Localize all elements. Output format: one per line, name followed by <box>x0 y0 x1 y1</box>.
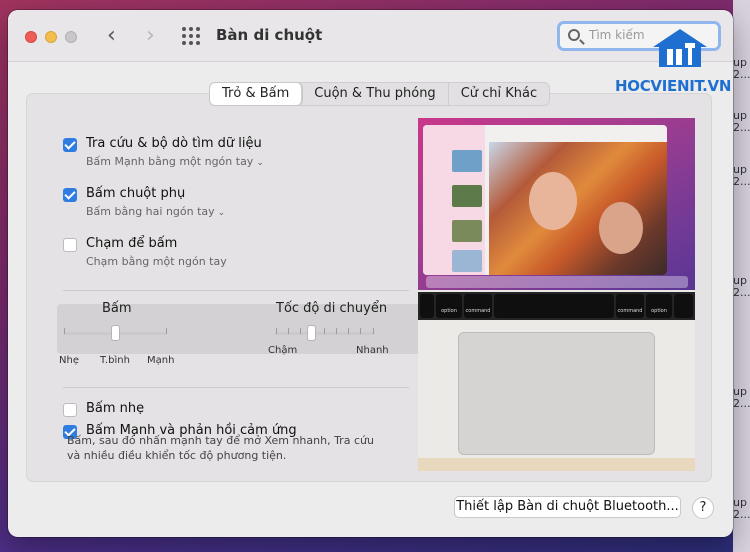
preview-desk <box>418 458 695 471</box>
back-icon[interactable]: ‹ <box>107 24 116 48</box>
show-all-grid-icon[interactable] <box>182 27 202 45</box>
slider-tick <box>276 328 277 334</box>
preview-key: option <box>436 294 462 318</box>
checkbox-silent-clicking[interactable] <box>63 403 77 417</box>
desktop-file-label[interactable]: 2... <box>733 509 750 521</box>
desktop-file-label[interactable]: 2... <box>733 287 750 299</box>
option-title: Bấm chuột phụ <box>86 186 186 201</box>
option-subtitle: Chạm bằng một ngón tay <box>86 255 227 268</box>
tracking-slider-title: Tốc độ di chuyển <box>276 301 388 316</box>
forward-icon[interactable]: › <box>146 24 155 48</box>
desktop-file-label[interactable]: up <box>733 57 750 69</box>
preview-thumbnail <box>452 220 482 242</box>
desktop-file-label[interactable]: 2... <box>733 122 750 134</box>
desktop-file-label[interactable]: up <box>733 164 750 176</box>
close-button[interactable] <box>25 31 37 43</box>
desktop-file-label[interactable]: up <box>733 497 750 509</box>
tracking-slider-label: Chậm <box>268 345 298 356</box>
divider <box>63 290 409 291</box>
preview-face <box>599 202 643 254</box>
chevron-down-icon: ⌄ <box>217 208 226 218</box>
desktop-file-label[interactable]: 2... <box>733 69 750 81</box>
click-slider-knob[interactable] <box>111 325 120 341</box>
click-slider-label: T.bình <box>100 355 130 366</box>
preview-thumbnail <box>452 150 482 172</box>
help-button[interactable]: ? <box>692 497 714 519</box>
tracking-slider-label: Nhanh <box>356 345 389 356</box>
slider-tick <box>360 328 361 334</box>
slider-tick <box>166 328 167 334</box>
preview-key: command <box>464 294 492 318</box>
click-slider-title: Bấm <box>102 301 132 316</box>
chevron-down-icon: ⌄ <box>256 158 264 168</box>
hocvienit-watermark-logo: HOCVIENIT.VN <box>615 27 733 97</box>
window-title: Bàn di chuột <box>216 26 323 44</box>
preview-key: option <box>646 294 672 318</box>
click-slider-label: Nhẹ <box>59 355 79 366</box>
preview-spacebar <box>494 294 614 318</box>
slider-tick <box>373 328 374 334</box>
tab-point-click[interactable]: Trỏ & Bấm <box>210 83 303 105</box>
option-subtitle: Bấm bằng hai ngón tay <box>86 205 215 218</box>
preview-key: command <box>616 294 644 318</box>
desktop-file-label[interactable]: 2... <box>733 398 750 410</box>
option-subtitle: Bấm Mạnh bằng một ngón tay <box>86 155 254 168</box>
option-title: Tra cứu & bộ dò tìm dữ liệu <box>86 136 262 151</box>
preview-dock <box>426 276 688 288</box>
tab-more-gestures[interactable]: Cử chỉ Khác <box>449 83 549 105</box>
desktop-file-label[interactable]: up <box>733 386 750 398</box>
preview-key <box>420 294 434 318</box>
option-subtitle-dropdown[interactable]: Bấm Mạnh bằng một ngón tay ⌄ <box>86 155 264 168</box>
preview-trackpad <box>458 332 655 455</box>
preview-photo <box>489 142 667 275</box>
preview-keyboard: option command command option <box>418 292 695 320</box>
preview-face <box>529 172 577 230</box>
slider-tick <box>300 328 301 334</box>
slider-tick <box>288 328 289 334</box>
slider-tick <box>336 328 337 334</box>
desktop-file-label[interactable]: 2... <box>733 176 750 188</box>
tab-bar: Trỏ & Bấm Cuộn & Thu phóng Cử chỉ Khác <box>209 82 551 106</box>
tracking-slider-knob[interactable] <box>307 325 316 341</box>
gesture-preview-video: option command command option <box>418 118 695 471</box>
search-icon <box>568 29 580 41</box>
click-slider-label: Mạnh <box>147 355 175 366</box>
option-title: Bấm nhẹ <box>86 401 145 416</box>
divider <box>63 387 409 388</box>
tab-scroll-zoom[interactable]: Cuộn & Thu phóng <box>302 83 449 105</box>
bluetooth-trackpad-setup-button[interactable]: Thiết lập Bàn di chuột Bluetooth... <box>454 496 681 518</box>
preferences-window: ‹ › Bàn di chuột Tìm kiếm HOCVIENIT.VN T… <box>8 10 733 537</box>
slider-tick <box>324 328 325 334</box>
zoom-button[interactable] <box>65 31 77 43</box>
house-logo-icon <box>653 29 707 67</box>
preview-thumbnail <box>452 250 482 272</box>
option-subtitle-dropdown[interactable]: Bấm bằng hai ngón tay ⌄ <box>86 205 225 218</box>
force-click-description: Bấm, sau đó nhấn mạnh tay để mở Xem nhan… <box>67 434 374 462</box>
desktop-file-label[interactable]: up <box>733 275 750 287</box>
preview-thumbnail <box>452 185 482 207</box>
desktop-file-strip: up 2... up 2... up 2... up 2... up 2... … <box>733 0 750 552</box>
preview-photos-app <box>423 125 667 275</box>
minimize-button[interactable] <box>45 31 57 43</box>
slider-tick <box>348 328 349 334</box>
checkbox-secondary-click[interactable] <box>63 188 77 202</box>
option-title: Chạm để bấm <box>86 236 178 251</box>
checkbox-tap-to-click[interactable] <box>63 238 77 252</box>
preview-key <box>674 294 693 318</box>
preview-screen <box>418 118 695 290</box>
checkbox-lookup[interactable] <box>63 138 77 152</box>
slider-tick <box>64 328 65 334</box>
desktop-file-label[interactable]: up <box>733 110 750 122</box>
